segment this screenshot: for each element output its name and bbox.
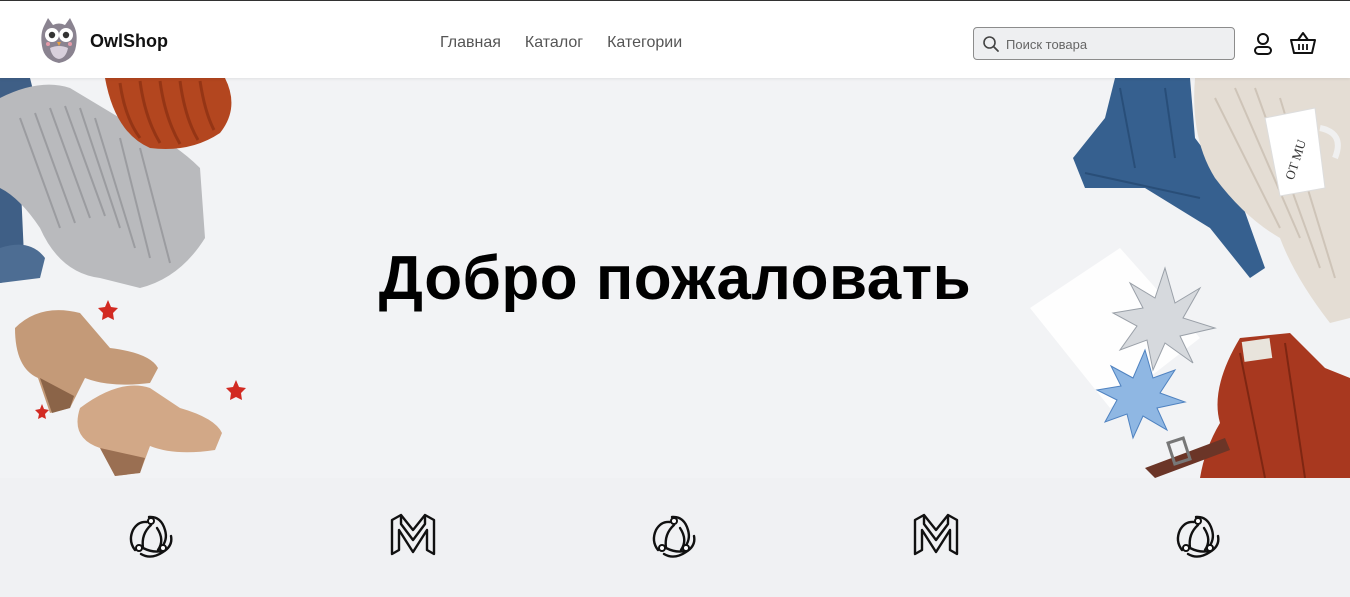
hero-banner: Добро пожаловать OT MU xyxy=(0,78,1350,478)
brand-strip xyxy=(0,478,1350,597)
main-nav: Главная Каталог Категории xyxy=(440,34,706,52)
m-logo-icon[interactable] xyxy=(387,508,439,560)
basket-icon[interactable] xyxy=(1290,31,1316,55)
redux-logo-icon[interactable] xyxy=(1172,508,1224,560)
search-icon[interactable] xyxy=(982,35,1000,53)
search-box xyxy=(973,27,1235,60)
site-header: OwlShop Главная Каталог Категории xyxy=(0,1,1350,78)
logo-link[interactable]: OwlShop xyxy=(38,16,168,66)
nav-link-home[interactable]: Главная xyxy=(440,34,501,52)
jeans-sweater-mug-photo: OT MU xyxy=(1030,78,1350,478)
nav-link-categories[interactable]: Категории xyxy=(607,34,682,52)
user-icon[interactable] xyxy=(1252,32,1274,56)
nav-link-catalog[interactable]: Каталог xyxy=(525,34,583,52)
redux-logo-icon[interactable] xyxy=(648,508,700,560)
m-logo-icon[interactable] xyxy=(910,508,962,560)
owl-logo-icon xyxy=(41,18,77,63)
brand-name: OwlShop xyxy=(90,30,168,51)
redux-logo-icon[interactable] xyxy=(125,508,177,560)
search-input[interactable] xyxy=(1006,34,1226,54)
